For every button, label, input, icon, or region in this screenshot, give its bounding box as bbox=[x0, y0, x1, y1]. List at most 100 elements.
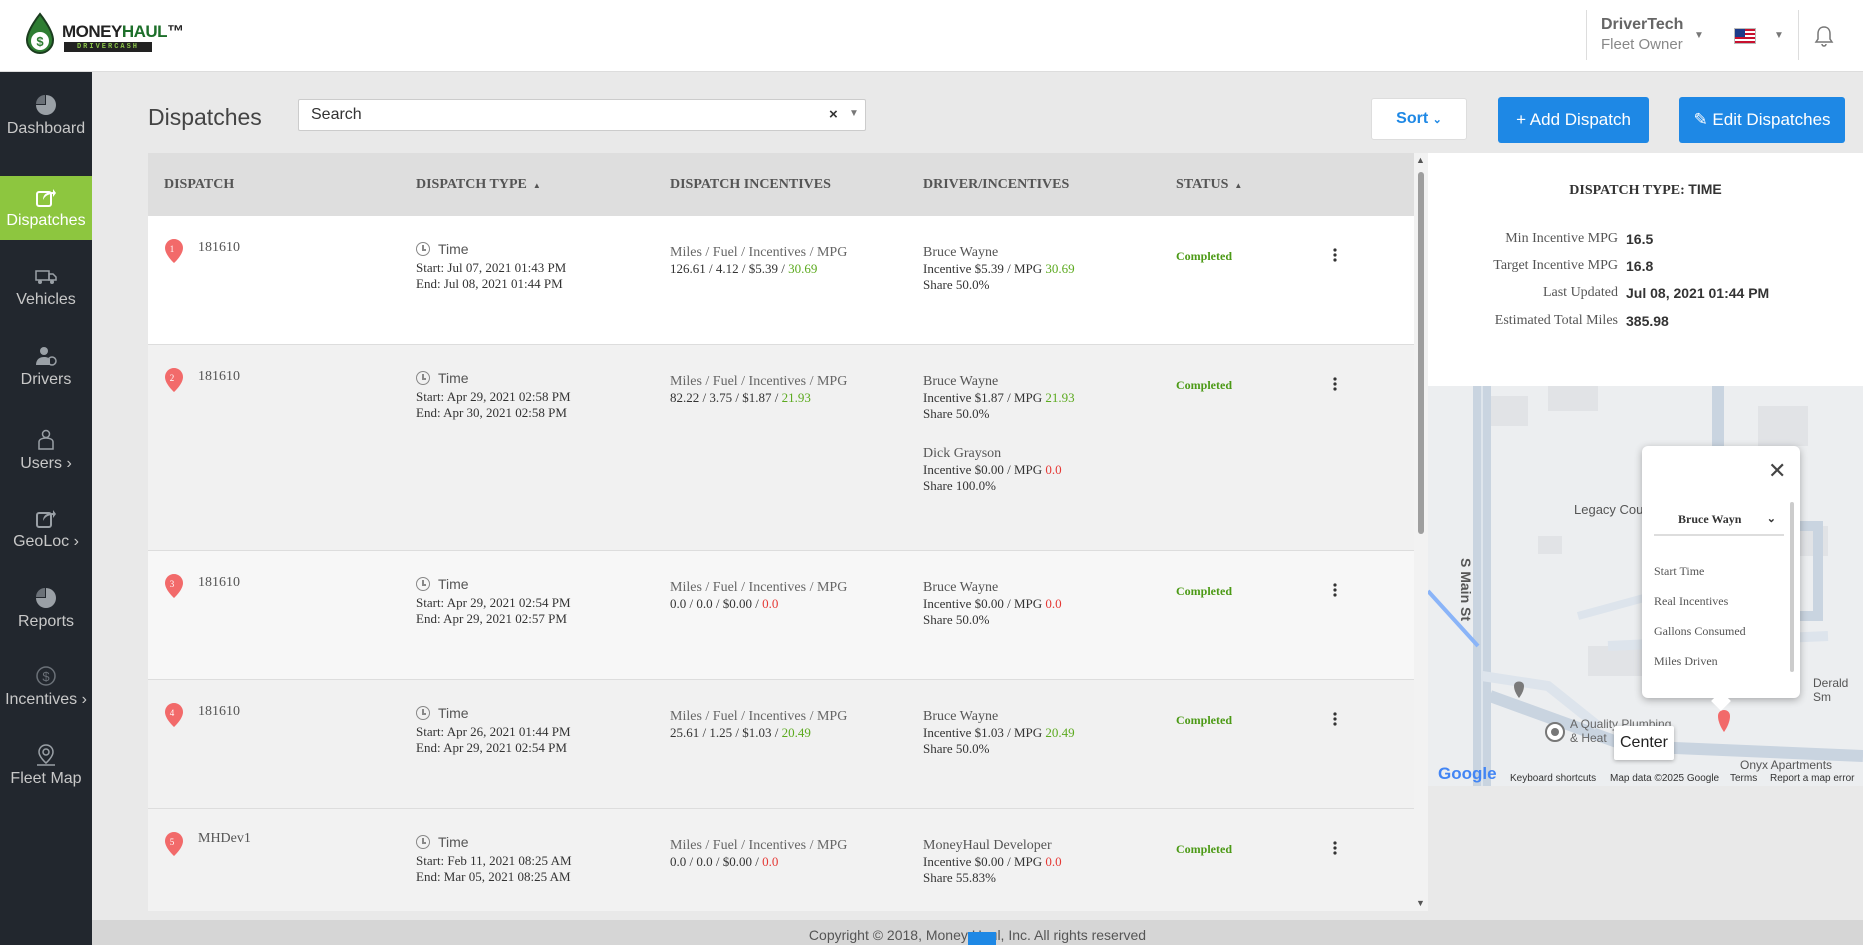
user-menu[interactable]: DriverTech Fleet Owner bbox=[1586, 10, 1683, 60]
sidebar-item-geoloc[interactable]: GeoLoc › bbox=[0, 497, 92, 561]
table-header: DISPATCH DISPATCH TYPE ▲ DISPATCH INCENTI… bbox=[148, 153, 1414, 216]
map-pin-icon: 3 bbox=[165, 574, 183, 598]
chevron-down-icon[interactable]: ▼ bbox=[849, 108, 859, 119]
bell-icon[interactable] bbox=[1814, 25, 1834, 47]
sidebar-item-vehicles[interactable]: Vehicles bbox=[0, 255, 92, 319]
street-label: S Main St bbox=[1458, 558, 1474, 622]
sort-button[interactable]: Sort ⌄ bbox=[1371, 98, 1467, 140]
dispatch-id[interactable]: 181610 bbox=[198, 240, 240, 256]
dispatch-table: DISPATCH DISPATCH TYPE ▲ DISPATCH INCENTI… bbox=[148, 153, 1414, 911]
search-box[interactable]: × ▼ bbox=[298, 99, 866, 131]
page-title: Dispatches bbox=[148, 104, 262, 130]
dispatch-incentives: Miles / Fuel / Incentives / MPG 0.0 / 0.… bbox=[670, 580, 848, 611]
scroll-top-button[interactable] bbox=[968, 932, 996, 945]
more-options-icon[interactable] bbox=[1333, 377, 1337, 391]
more-options-icon[interactable] bbox=[1333, 841, 1337, 855]
status-badge: Completed bbox=[1176, 584, 1232, 598]
more-options-icon[interactable] bbox=[1333, 248, 1337, 262]
sidebar-item-users[interactable]: Users › bbox=[0, 419, 92, 483]
close-icon[interactable]: ✕ bbox=[1768, 458, 1786, 484]
truck-icon bbox=[35, 270, 57, 284]
column-header-driver: DRIVER/INCENTIVES bbox=[923, 177, 1070, 192]
status-badge: Completed bbox=[1176, 249, 1232, 263]
info-title: DISPATCH TYPE: TIME bbox=[1569, 181, 1722, 198]
keyboard-shortcuts-link[interactable]: Keyboard shortcuts bbox=[1510, 773, 1596, 784]
divider bbox=[1798, 10, 1799, 60]
add-dispatch-button[interactable]: + Add Dispatch bbox=[1498, 97, 1649, 143]
more-options-icon[interactable] bbox=[1333, 712, 1337, 726]
dispatch-id[interactable]: 181610 bbox=[198, 704, 240, 720]
dispatch-type: Time Start: Feb 11, 2021 08:25 AM End: M… bbox=[416, 834, 572, 884]
table-row[interactable]: 5 MHDev1 Time Start: Feb 11, 2021 08:25 … bbox=[148, 809, 1414, 911]
popup-item-gallons: Gallons Consumed bbox=[1654, 624, 1746, 638]
chevron-down-icon[interactable]: ▼ bbox=[1694, 30, 1704, 41]
clear-icon[interactable]: × bbox=[829, 106, 838, 123]
users-icon bbox=[38, 429, 54, 450]
sort-icon: ▲ bbox=[532, 181, 541, 190]
scrollbar-thumb[interactable] bbox=[1418, 172, 1424, 534]
dispatch-id[interactable]: 181610 bbox=[198, 369, 240, 385]
scroll-down-icon[interactable]: ▼ bbox=[1416, 898, 1425, 908]
chevron-right-icon: › bbox=[73, 533, 79, 550]
clock-icon bbox=[416, 242, 430, 256]
map-pin-icon: 2 bbox=[165, 368, 183, 392]
scroll-up-icon[interactable]: ▲ bbox=[1416, 155, 1425, 165]
map-pin-icon: 1 bbox=[165, 239, 183, 263]
sidebar-item-dispatches[interactable]: Dispatches bbox=[0, 176, 92, 240]
sort-icon: ▲ bbox=[1234, 181, 1243, 190]
table-row[interactable]: 1 181610 Time Start: Jul 07, 2021 01:43 … bbox=[148, 216, 1414, 345]
column-header-status[interactable]: STATUS ▲ bbox=[1176, 177, 1242, 193]
more-options-icon[interactable] bbox=[1333, 583, 1337, 597]
popup-scrollbar[interactable] bbox=[1790, 502, 1794, 672]
driver-incentives: Bruce Wayne Incentive $0.00 / MPG 0.0 Sh… bbox=[923, 580, 1062, 652]
clock-icon bbox=[416, 835, 430, 849]
sidebar-item-fleet-map[interactable]: Fleet Map bbox=[0, 734, 92, 798]
dispatch-incentives: Miles / Fuel / Incentives / MPG 126.61 /… bbox=[670, 245, 848, 276]
map-footer: Google Keyboard shortcuts Map data ©2025… bbox=[1428, 764, 1863, 786]
clock-icon bbox=[416, 371, 430, 385]
status-badge: Completed bbox=[1176, 378, 1232, 392]
dispatch-id[interactable]: MHDev1 bbox=[198, 831, 251, 847]
svg-text:5: 5 bbox=[170, 837, 175, 847]
sidebar-item-dashboard[interactable]: Dashboard bbox=[0, 84, 92, 148]
table-row[interactable]: 2 181610 Time Start: Apr 29, 2021 02:58 … bbox=[148, 345, 1414, 551]
top-bar: $ MONEYHAUL™ DRIVERCASH DriverTech Fleet… bbox=[0, 0, 1863, 72]
driver-entry: MoneyHaul Developer Incentive $0.00 / MP… bbox=[923, 838, 1062, 885]
moneyhaul-logo[interactable]: $ MONEYHAUL™ DRIVERCASH bbox=[24, 12, 184, 58]
report-error-link[interactable]: Report a map error bbox=[1770, 773, 1854, 784]
share-icon bbox=[36, 189, 56, 207]
chevron-down-icon: ⌄ bbox=[1432, 114, 1442, 126]
clock-icon bbox=[416, 706, 430, 720]
table-row[interactable]: 4 181610 Time Start: Apr 26, 2021 01:44 … bbox=[148, 680, 1414, 809]
terms-link[interactable]: Terms bbox=[1730, 773, 1757, 784]
svg-text:4: 4 bbox=[170, 708, 175, 718]
dispatch-incentives: Miles / Fuel / Incentives / MPG 25.61 / … bbox=[670, 709, 848, 740]
column-header-dispatch: DISPATCH bbox=[164, 177, 235, 192]
driver-entry: Bruce Wayne Incentive $5.39 / MPG 30.69 … bbox=[923, 245, 1075, 292]
column-header-type[interactable]: DISPATCH TYPE ▲ bbox=[416, 177, 541, 193]
chevron-down-icon: ⌄ bbox=[1766, 513, 1776, 525]
sidebar-item-drivers[interactable]: Drivers bbox=[0, 335, 92, 399]
driver-incentives: MoneyHaul Developer Incentive $0.00 / MP… bbox=[923, 838, 1062, 910]
search-input[interactable] bbox=[311, 106, 811, 124]
pie-chart-icon bbox=[36, 588, 56, 608]
svg-text:$: $ bbox=[42, 669, 50, 684]
table-row[interactable]: 3 181610 Time Start: Apr 29, 2021 02:54 … bbox=[148, 551, 1414, 680]
logo-wordmark: MONEYHAUL™ bbox=[62, 22, 184, 41]
place-label: Legacy Cou bbox=[1574, 502, 1644, 517]
dispatch-incentives: Miles / Fuel / Incentives / MPG 0.0 / 0.… bbox=[670, 838, 848, 869]
driver-incentives: Bruce Wayne Incentive $1.87 / MPG 21.93 … bbox=[923, 374, 1075, 518]
sidebar-item-reports[interactable]: Reports bbox=[0, 577, 92, 641]
driver-select[interactable]: Bruce Wayn ⌄ bbox=[1654, 502, 1784, 536]
dispatch-id[interactable]: 181610 bbox=[198, 575, 240, 591]
sidebar-item-incentives[interactable]: $ Incentives › bbox=[0, 655, 92, 719]
center-map-button[interactable]: Center bbox=[1614, 726, 1674, 760]
edit-dispatches-button[interactable]: ✎ Edit Dispatches bbox=[1679, 97, 1845, 143]
map-data-text: Map data ©2025 Google bbox=[1610, 773, 1720, 784]
dispatch-map[interactable]: S Main St Legacy Cou A Quality Plumbing … bbox=[1428, 386, 1863, 786]
popup-item-start-time: Start Time bbox=[1654, 564, 1705, 578]
popup-item-real-incentives: Real Incentives bbox=[1654, 594, 1729, 608]
chevron-down-icon[interactable]: ▼ bbox=[1774, 30, 1784, 41]
driver-incentives: Bruce Wayne Incentive $5.39 / MPG 30.69 … bbox=[923, 245, 1075, 317]
us-flag-icon[interactable] bbox=[1734, 28, 1756, 44]
